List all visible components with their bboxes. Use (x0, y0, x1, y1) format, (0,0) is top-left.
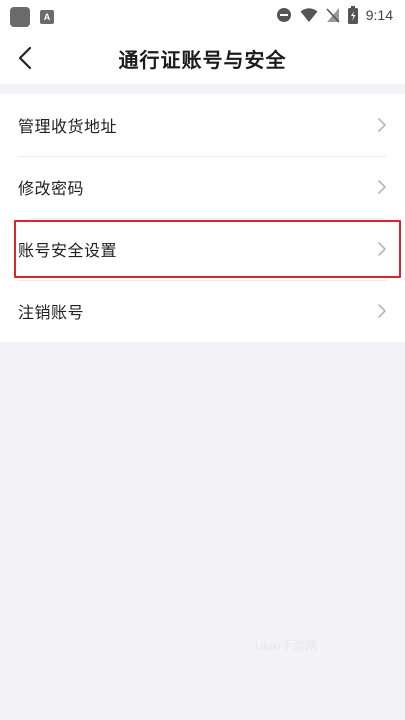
no-sim-icon (326, 8, 340, 23)
app-notification-icon (10, 7, 30, 27)
wifi-icon (300, 8, 318, 22)
menu-item-label: 注销账号 (18, 303, 85, 322)
settings-list: 管理收货地址 修改密码 账号安全设置 注销账号 (0, 94, 405, 342)
watermark: Ukiki手游网 (255, 639, 317, 653)
font-a-icon: A (40, 10, 54, 24)
system-tray: 9:14 (276, 6, 393, 24)
chevron-right-icon (378, 242, 386, 256)
header-bar: 通行证账号与安全 (0, 32, 405, 84)
menu-item-delete-account[interactable]: 注销账号 (0, 280, 405, 342)
menu-item-account-security-settings[interactable]: 账号安全设置 (12, 218, 403, 280)
chevron-right-icon (378, 304, 386, 318)
clock: 9:14 (365, 7, 393, 23)
menu-item-change-password[interactable]: 修改密码 (0, 156, 405, 218)
notification-area: A (10, 7, 54, 27)
page-title: 通行证账号与安全 (118, 48, 287, 72)
chevron-right-icon (378, 180, 386, 194)
menu-item-label: 修改密码 (18, 179, 85, 198)
menu-item-label: 管理收货地址 (18, 117, 118, 136)
status-bar: A 9:14 (0, 0, 405, 32)
dnd-icon (276, 8, 291, 22)
menu-item-manage-address[interactable]: 管理收货地址 (0, 94, 405, 156)
menu-item-label: 账号安全设置 (18, 241, 118, 260)
chevron-right-icon (378, 118, 386, 132)
battery-icon (347, 6, 358, 24)
